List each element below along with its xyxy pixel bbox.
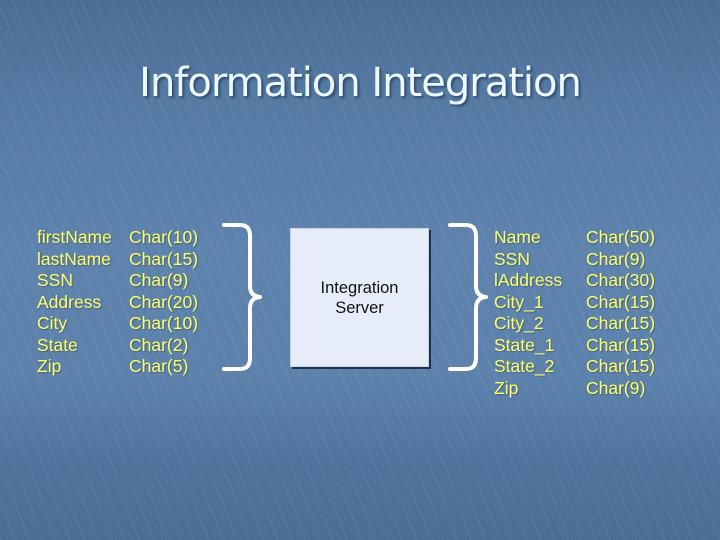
- field-row: Address Char(20): [37, 292, 198, 314]
- right-curly-brace-icon: [448, 223, 488, 371]
- left-curly-brace-icon: [222, 223, 262, 371]
- field-name: City: [37, 313, 68, 333]
- field-row: Name Char(50): [494, 227, 655, 249]
- field-name: City_1: [494, 291, 544, 312]
- field-name: Name: [494, 227, 541, 247]
- source-schema-table: firstName Char(10) lastName Char(15) SSN…: [37, 227, 198, 378]
- server-label-line1: Integration: [320, 278, 399, 297]
- field-name: Address: [37, 291, 102, 312]
- field-row: SSN Char(9): [494, 249, 655, 271]
- field-name: lastName: [37, 248, 111, 269]
- field-type: Char(20): [129, 291, 199, 312]
- field-name: SSN: [37, 270, 73, 290]
- field-type: Char(50): [586, 227, 656, 247]
- field-name: Zip: [37, 356, 62, 376]
- field-row: City Char(10): [37, 313, 198, 335]
- field-name: State: [37, 334, 78, 355]
- field-row: City_2 Char(15): [494, 313, 655, 335]
- field-row: State_1 Char(15): [494, 335, 655, 357]
- field-type: Char(10): [129, 227, 199, 247]
- field-type: Char(9): [586, 377, 646, 398]
- field-name: Zip: [494, 377, 519, 398]
- field-row: lastName Char(15): [37, 249, 198, 271]
- target-schema-table: Name Char(50) SSN Char(9) lAddress Char(…: [494, 227, 655, 399]
- integration-server-box: Integration Server: [290, 228, 429, 367]
- field-type: Char(10): [129, 313, 199, 333]
- field-type: Char(9): [129, 270, 189, 290]
- field-type: Char(15): [129, 248, 199, 269]
- field-row: firstName Char(10): [37, 227, 198, 249]
- field-row: City_1 Char(15): [494, 292, 655, 314]
- field-name: State_2: [494, 356, 555, 376]
- field-type: Char(15): [586, 356, 656, 376]
- field-row: Zip Char(9): [494, 378, 655, 400]
- field-name: lAddress: [494, 270, 563, 290]
- slide-title: Information Integration: [139, 60, 582, 106]
- field-row: Zip Char(5): [37, 356, 198, 378]
- field-type: Char(15): [586, 291, 656, 312]
- field-type: Char(2): [129, 334, 189, 355]
- field-row: lAddress Char(30): [494, 270, 655, 292]
- field-row: State Char(2): [37, 335, 198, 357]
- server-label-line2: Server: [335, 298, 384, 317]
- field-row: State_2 Char(15): [494, 356, 655, 378]
- field-name: firstName: [37, 227, 112, 247]
- field-row: SSN Char(9): [37, 270, 198, 292]
- field-type: Char(5): [129, 356, 189, 376]
- field-name: SSN: [494, 248, 530, 269]
- field-type: Char(15): [586, 334, 656, 355]
- field-type: Char(9): [586, 248, 646, 269]
- field-name: State_1: [494, 334, 555, 355]
- field-type: Char(30): [586, 270, 656, 290]
- field-name: City_2: [494, 313, 544, 333]
- field-type: Char(15): [586, 313, 656, 333]
